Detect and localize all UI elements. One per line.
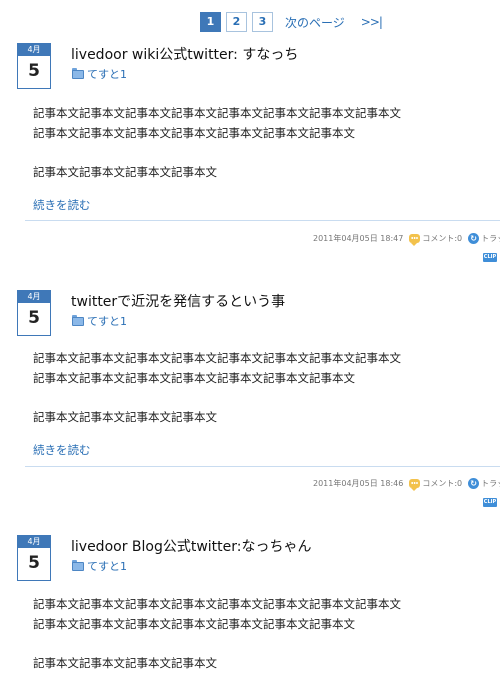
page-1-button[interactable]: 1 xyxy=(200,12,221,32)
comment-link[interactable]: コメント:0 xyxy=(422,233,462,244)
trackback-icon: ↻ xyxy=(468,478,480,489)
page-3-button[interactable]: 3 xyxy=(252,12,273,32)
entry-body-line: 記事本文記事本文記事本文記事本文 xyxy=(33,656,217,670)
entry-body-line: 記事本文記事本文記事本文記事本文記事本文記事本文記事本文記事本文 xyxy=(33,597,401,611)
category-link[interactable]: てすと1 xyxy=(72,558,127,574)
folder-icon xyxy=(72,560,84,571)
entry-footer: 2011年04月05日 18:47 コメント:0 ↻ トラッ xyxy=(313,233,500,246)
comment-link[interactable]: コメント:0 xyxy=(422,478,462,489)
comment-icon xyxy=(409,234,421,246)
folder-icon xyxy=(72,68,84,79)
blog-entry: 4月 5 livedoor wiki公式twitter: すなっち てすと1 記… xyxy=(0,43,500,283)
entry-body-line: 記事本文記事本文記事本文記事本文 xyxy=(33,165,217,179)
entry-body-line: 記事本文記事本文記事本文記事本文記事本文記事本文記事本文 xyxy=(33,126,355,140)
category-link[interactable]: てすと1 xyxy=(72,313,127,329)
entry-datetime: 2011年04月05日 18:46 xyxy=(313,479,404,488)
pagination: 1 2 3 次のページ >>| xyxy=(200,12,383,32)
trackback-icon: ↻ xyxy=(468,233,480,244)
entry-divider xyxy=(25,466,500,467)
clip-button[interactable]: CLIP xyxy=(483,253,497,262)
entry-body-line: 記事本文記事本文記事本文記事本文記事本文記事本文記事本文記事本文 xyxy=(33,106,401,120)
date-day: 5 xyxy=(28,61,40,81)
date-badge: 4月 5 xyxy=(17,535,51,581)
entry-datetime: 2011年04月05日 18:47 xyxy=(313,234,404,243)
entry-body-line: 記事本文記事本文記事本文記事本文 xyxy=(33,410,217,424)
entry-body-line: 記事本文記事本文記事本文記事本文記事本文記事本文記事本文 xyxy=(33,617,355,631)
folder-icon xyxy=(72,315,84,326)
entry-divider xyxy=(25,220,500,221)
next-page-link[interactable]: 次のページ xyxy=(285,14,345,31)
entry-body-line: 記事本文記事本文記事本文記事本文記事本文記事本文記事本文 xyxy=(33,371,355,385)
entry-body-line: 記事本文記事本文記事本文記事本文記事本文記事本文記事本文記事本文 xyxy=(33,351,401,365)
entry-footer: 2011年04月05日 18:46 コメント:0 ↻ トラッ xyxy=(313,478,500,491)
entry-title-link[interactable]: twitterで近況を発信するという事 xyxy=(71,291,285,311)
entry-title-link[interactable]: livedoor wiki公式twitter: すなっち xyxy=(71,44,298,64)
trackback-link[interactable]: トラッ xyxy=(481,233,500,244)
category-link[interactable]: てすと1 xyxy=(72,66,127,82)
comment-icon xyxy=(409,479,421,491)
date-day: 5 xyxy=(28,308,40,328)
date-badge: 4月 5 xyxy=(17,43,51,89)
read-more-link[interactable]: 続きを読む xyxy=(33,197,91,213)
blog-entry: 4月 5 livedoor Blog公式twitter:なっちゃん てすと1 記… xyxy=(0,535,500,670)
date-month: 4月 xyxy=(18,44,50,56)
blog-entry: 4月 5 twitterで近況を発信するという事 てすと1 記事本文記事本文記事… xyxy=(0,290,500,530)
clip-button[interactable]: CLIP xyxy=(483,498,497,507)
date-day: 5 xyxy=(28,553,40,573)
last-page-link[interactable]: >>| xyxy=(361,15,383,29)
read-more-link[interactable]: 続きを読む xyxy=(33,442,91,458)
category-label: てすと1 xyxy=(87,560,127,573)
trackback-link[interactable]: トラッ xyxy=(481,478,500,489)
entry-title-link[interactable]: livedoor Blog公式twitter:なっちゃん xyxy=(71,536,312,556)
date-badge: 4月 5 xyxy=(17,290,51,336)
category-label: てすと1 xyxy=(87,68,127,81)
page-2-button[interactable]: 2 xyxy=(226,12,247,32)
category-label: てすと1 xyxy=(87,315,127,328)
date-month: 4月 xyxy=(18,291,50,303)
date-month: 4月 xyxy=(18,536,50,548)
